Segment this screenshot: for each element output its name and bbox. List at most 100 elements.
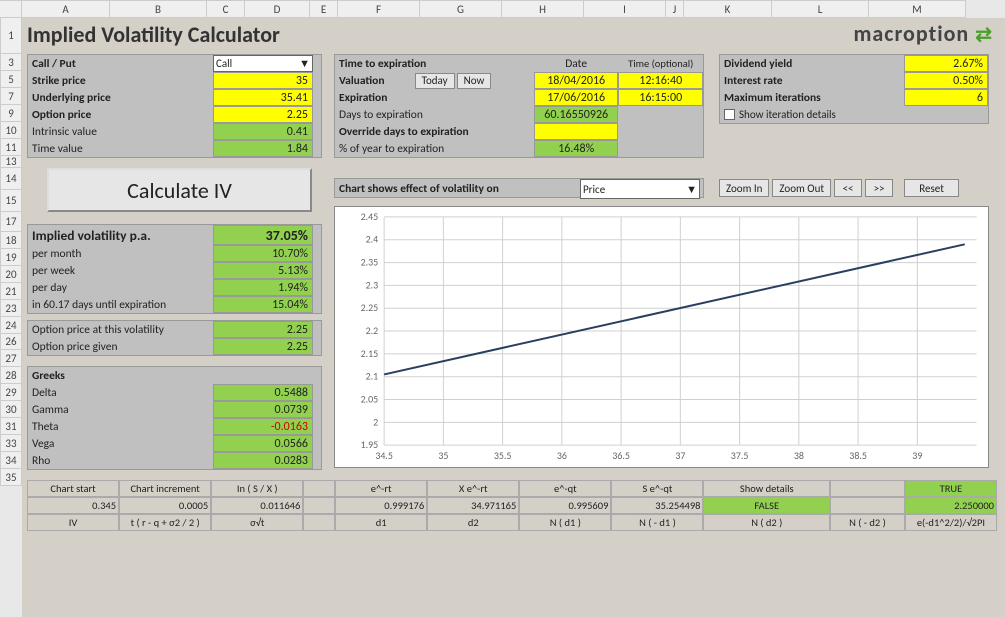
reset-button[interactable]: Reset	[904, 179, 959, 197]
intrinsic-label: Intrinsic value	[28, 123, 213, 140]
iv-perday-label: per day	[28, 279, 213, 296]
svg-text:37: 37	[675, 450, 685, 462]
svg-text:2.2: 2.2	[366, 325, 379, 337]
svg-text:38: 38	[794, 450, 804, 462]
intrinsic-value: 0.41	[213, 123, 313, 140]
underlying-input[interactable]: 35.41	[213, 89, 313, 106]
rho-value: 0.0283	[213, 452, 313, 469]
iv-perexp-label: in 60.17 days until expiration	[28, 296, 213, 313]
opgiven-label: Option price given	[28, 338, 213, 355]
optionprice-input[interactable]: 2.25	[213, 106, 313, 123]
valuation-label: Valuation	[335, 72, 415, 89]
svg-text:2.05: 2.05	[361, 393, 379, 405]
optprice-check-panel: Option price at this volatility 2.25 Opt…	[27, 320, 322, 356]
chartctrl-label: Chart shows effect of volatility on	[335, 179, 580, 199]
strike-input[interactable]: 35	[213, 72, 313, 89]
chevron-down-icon: ▼	[299, 57, 310, 70]
gamma-value: 0.0739	[213, 401, 313, 418]
strike-label: Strike price	[28, 72, 213, 89]
scroll-left-button[interactable]: <<	[834, 179, 862, 197]
delta-value: 0.5488	[213, 384, 313, 401]
svg-text:2.45: 2.45	[361, 211, 379, 223]
checkbox-icon	[724, 109, 735, 120]
date-header: Date	[534, 55, 619, 72]
chart-control-panel: Chart shows effect of volatility on Pric…	[334, 178, 704, 198]
divyield-input[interactable]: 2.67%	[904, 55, 988, 72]
calculate-iv-button[interactable]: Calculate IV	[47, 168, 312, 212]
vega-value: 0.0566	[213, 435, 313, 452]
underlying-label: Underlying price	[28, 89, 213, 106]
pctyear-value: 16.48%	[534, 140, 619, 157]
zoomout-button[interactable]: Zoom Out	[772, 179, 831, 197]
maxiter-label: Maximum iterations	[720, 89, 904, 106]
svg-text:36: 36	[557, 450, 567, 462]
row-headers: 1357910111314151718192021232426272829303…	[0, 18, 22, 486]
theta-value: -0.0163	[213, 418, 313, 435]
theta-label: Theta	[28, 418, 213, 435]
gamma-label: Gamma	[28, 401, 213, 418]
opthisvol-label: Option price at this volatility	[28, 321, 213, 338]
intrate-label: Interest rate	[720, 72, 904, 89]
svg-text:34.5: 34.5	[375, 450, 393, 462]
column-headers: ABCDEFGHIJKLM	[0, 0, 1005, 18]
iv-perweek-label: per week	[28, 262, 213, 279]
svg-text:2.15: 2.15	[361, 348, 379, 360]
chart-zoom-buttons: Zoom In Zoom Out << >> Reset	[719, 179, 959, 197]
iv-perweek-value: 5.13%	[213, 262, 313, 279]
expiration-time-input[interactable]: 16:15:00	[618, 89, 703, 106]
svg-text:39: 39	[912, 450, 922, 462]
page-title: Implied Volatility Calculator	[27, 21, 280, 48]
expiration-label: Expiration	[335, 89, 534, 106]
iv-header: Implied volatility p.a.	[28, 225, 213, 245]
rates-panel: Dividend yield 2.67% Interest rate 0.50%…	[719, 54, 989, 124]
iv-perexp-value: 15.04%	[213, 296, 313, 313]
valuation-date-input[interactable]: 18/04/2016	[534, 72, 619, 89]
chart-area: 1.9522.052.12.152.22.252.32.352.42.4534.…	[334, 206, 989, 468]
iv-perday-value: 1.94%	[213, 279, 313, 296]
timevalue-label: Time value	[28, 140, 213, 157]
bottom-row-33: Chart startChart incrementIn ( S / X ) e…	[27, 480, 997, 497]
opthisvol-value: 2.25	[213, 321, 313, 338]
rho-label: Rho	[28, 452, 213, 469]
svg-text:35: 35	[438, 450, 448, 462]
valuation-time-input[interactable]: 12:16:40	[618, 72, 703, 89]
svg-text:38.5: 38.5	[849, 450, 867, 462]
callput-select[interactable]: Call▼	[213, 55, 313, 72]
delta-label: Delta	[28, 384, 213, 401]
expiration-date-input[interactable]: 17/06/2016	[534, 89, 619, 106]
timevalue-value: 1.84	[213, 140, 313, 157]
now-button[interactable]: Now	[457, 73, 492, 89]
override-input[interactable]	[534, 123, 619, 140]
greeks-panel: Greeks Delta 0.5488 Gamma 0.0739 Theta -…	[27, 366, 322, 470]
svg-text:2: 2	[373, 416, 378, 428]
vega-label: Vega	[28, 435, 213, 452]
brand-logo: macroption ⇄	[854, 20, 993, 47]
svg-text:36.5: 36.5	[612, 450, 630, 462]
iv-permonth-value: 10.70%	[213, 245, 313, 262]
chartctrl-select[interactable]: Price▼	[580, 179, 700, 199]
zoomin-button[interactable]: Zoom In	[719, 179, 769, 197]
intrate-input[interactable]: 0.50%	[904, 72, 988, 89]
svg-text:2.25: 2.25	[361, 302, 379, 314]
brand-arrow-icon: ⇄	[975, 23, 993, 47]
scroll-right-button[interactable]: >>	[865, 179, 893, 197]
maxiter-input[interactable]: 6	[904, 89, 988, 106]
svg-text:2.1: 2.1	[366, 371, 379, 383]
showdetails-checkbox[interactable]: Show iteration details	[724, 107, 836, 122]
iv-value: 37.05%	[213, 225, 313, 245]
divyield-label: Dividend yield	[720, 55, 904, 72]
greeks-header: Greeks	[28, 367, 321, 384]
svg-text:2.3: 2.3	[366, 279, 379, 291]
pctyear-label: % of year to expiration	[335, 140, 534, 157]
bottom-row-34: 0.3450.00050.011646 0.99917634.9711650.9…	[27, 497, 997, 514]
opgiven-value: 2.25	[213, 338, 313, 355]
callput-label: Call / Put	[28, 55, 213, 72]
svg-text:37.5: 37.5	[731, 450, 749, 462]
iv-permonth-label: per month	[28, 245, 213, 262]
days-label: Days to expiration	[335, 106, 534, 123]
days-value: 60.16550926	[534, 106, 619, 123]
input-panel: Call / Put Call▼ Strike price 35 Underly…	[27, 54, 322, 158]
timeopt-header: Time (optional)	[618, 55, 703, 72]
today-button[interactable]: Today	[415, 73, 455, 89]
bottom-row-35: IVt ( r - q + σ2 / 2 )σ√t d1d2N ( d1 )N …	[27, 514, 997, 531]
